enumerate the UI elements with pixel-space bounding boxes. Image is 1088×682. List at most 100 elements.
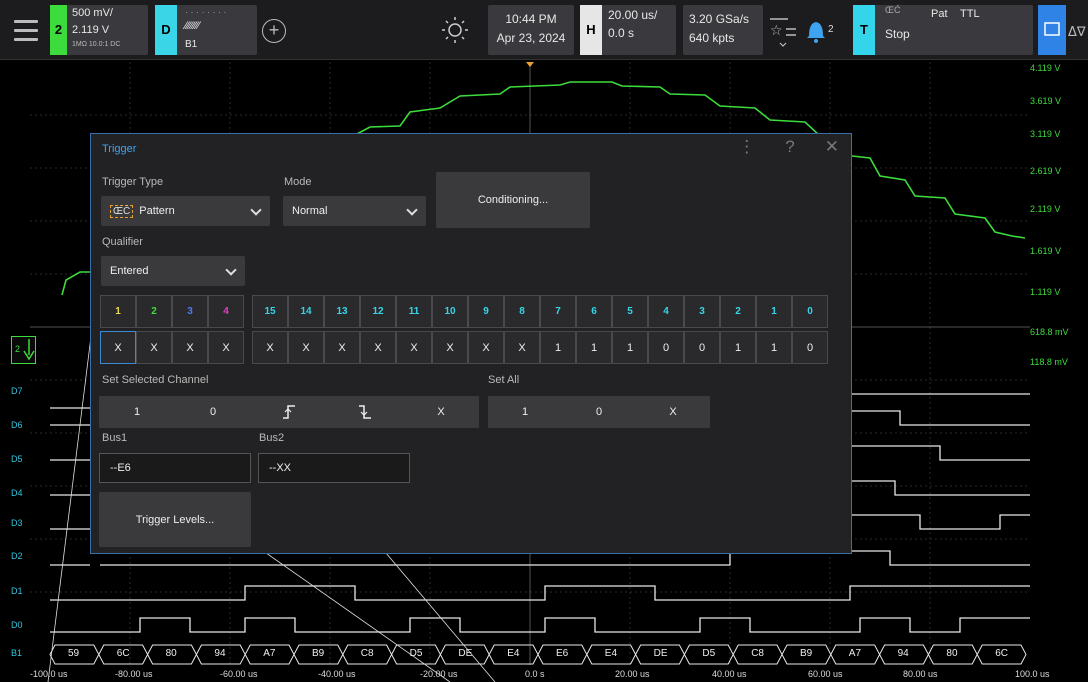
set-selected-0-button[interactable]: 0 (175, 396, 251, 428)
volt-scale-label: 618.8 mV (1030, 327, 1069, 337)
digital-channel-label: D1 (11, 586, 23, 596)
trigger-type-label: Trigger Type (102, 176, 164, 188)
channel-2-ground-marker[interactable]: 2 (11, 336, 36, 364)
channel-header: 13 (324, 295, 360, 328)
channel-pattern-value[interactable]: 0 (792, 331, 828, 364)
trigger-type-dropdown[interactable]: ŒĆ Pattern (101, 196, 270, 226)
time-axis-label: -40.00 us (318, 669, 356, 679)
time-axis-label: -60.00 us (220, 669, 258, 679)
trigger-dialog: Trigger ⋮ ? ✕ Trigger Type ŒĆ Pattern Mo… (90, 133, 852, 554)
volt-scale-label: 3.619 V (1030, 96, 1062, 106)
trigger-position-marker (526, 62, 534, 67)
set-selected-1-button[interactable]: 1 (99, 396, 175, 428)
chevron-down-icon (406, 204, 418, 216)
channel-header: 9 (468, 295, 504, 328)
set-selected-x-button[interactable]: X (403, 396, 479, 428)
channel-pattern-value[interactable]: X (504, 331, 540, 364)
bus-cell-value: DE (458, 648, 473, 659)
bus-cell-value: B9 (800, 648, 813, 659)
channel-pattern-value[interactable]: X (252, 331, 288, 364)
qualifier-value: Entered (110, 265, 149, 277)
channel-pattern-value[interactable]: X (324, 331, 360, 364)
bus-cell-value: 59 (68, 648, 80, 659)
bus1-label: Bus1 (102, 432, 128, 444)
digital-channel-label: B1 (11, 648, 23, 658)
qualifier-dropdown[interactable]: Entered (101, 256, 245, 286)
rising-edge-button[interactable] (251, 396, 327, 428)
channel-pattern-value[interactable]: 1 (576, 331, 612, 364)
bus-cell-value: D5 (409, 648, 423, 659)
channel-pattern-value[interactable]: 1 (540, 331, 576, 364)
channel-pattern-value[interactable]: 1 (720, 331, 756, 364)
digital-channel-label: D3 (11, 518, 23, 528)
conditioning-button[interactable]: Conditioning... (436, 172, 590, 228)
volt-scale-label: 118.8 mV (1030, 357, 1068, 367)
time-axis-label: 20.00 us (615, 669, 650, 679)
falling-edge-icon (359, 405, 371, 419)
time-axis-label: -20.00 us (420, 669, 458, 679)
bus2-input[interactable]: --XX (258, 453, 410, 483)
channel-pattern-value[interactable]: X (396, 331, 432, 364)
channel-header: 1 (756, 295, 792, 328)
bus-cell-value: DE (653, 648, 668, 659)
digital-channel-label: D7 (11, 386, 23, 396)
channel-pattern-value[interactable]: 0 (684, 331, 720, 364)
bus-cell-value: B9 (312, 648, 325, 659)
bus-cell-value: C8 (360, 648, 374, 659)
digital-trace-d0 (50, 617, 1030, 633)
set-all-label: Set All (488, 374, 520, 386)
time-axis-label: 0.0 s (525, 669, 545, 679)
falling-edge-button[interactable] (327, 396, 403, 428)
channel-pattern-value[interactable]: X (172, 331, 208, 364)
bus-cell-value: 6C (116, 648, 130, 659)
mode-value: Normal (292, 205, 328, 217)
digital-channel-label: D0 (11, 620, 23, 630)
time-axis-label: 100.0 us (1015, 669, 1050, 679)
channel-pattern-value[interactable]: X (468, 331, 504, 364)
pattern-icon: ŒĆ (110, 204, 134, 218)
channel-header: 15 (252, 295, 288, 328)
channel-pattern-value[interactable]: X (288, 331, 324, 364)
help-icon[interactable]: ? (785, 137, 794, 157)
set-all-1-button[interactable]: 1 (488, 396, 562, 428)
set-selected-label: Set Selected Channel (102, 374, 209, 386)
time-axis-label: 60.00 us (808, 669, 843, 679)
channel-pattern-value[interactable]: 1 (756, 331, 792, 364)
digital-channel-label: D2 (11, 551, 23, 561)
set-all-0-button[interactable]: 0 (562, 396, 636, 428)
channel-pattern-value[interactable]: X (136, 331, 172, 364)
channel-header: 10 (432, 295, 468, 328)
close-icon[interactable]: ✕ (825, 137, 839, 157)
channel-pattern-value[interactable]: 1 (612, 331, 648, 364)
trigger-type-value: Pattern (139, 205, 175, 217)
set-all-x-button[interactable]: X (636, 396, 710, 428)
bus1-input[interactable]: --E6 (99, 453, 251, 483)
more-options-icon[interactable]: ⋮ (738, 137, 755, 157)
volt-scale-label: 2.619 V (1030, 166, 1062, 176)
channel-pattern-value[interactable]: X (100, 331, 136, 364)
channel-pattern-value[interactable]: X (360, 331, 396, 364)
channel-header: 3 (172, 295, 208, 328)
digital-channel-label: D5 (11, 454, 23, 464)
bus-cell-value: D5 (702, 648, 716, 659)
bus-cell-value: E4 (507, 648, 520, 659)
bus-cell-value: 94 (897, 648, 909, 659)
channel-header: 3 (684, 295, 720, 328)
channel-header: 1 (100, 295, 136, 328)
mode-dropdown[interactable]: Normal (283, 196, 426, 226)
volt-scale-label: 1.619 V (1030, 246, 1062, 256)
bus-cell-value: 6C (995, 648, 1008, 659)
trigger-levels-button[interactable]: Trigger Levels... (99, 492, 251, 547)
bus-cell-value: 80 (946, 648, 958, 659)
channel-header: 5 (612, 295, 648, 328)
bus-cell-value: E6 (556, 648, 569, 659)
channel-pattern-value[interactable]: 0 (648, 331, 684, 364)
volt-scale-label: 3.119 V (1030, 129, 1061, 139)
channel-pattern-value[interactable]: X (432, 331, 468, 364)
digital-channel-label: D6 (11, 420, 23, 430)
digital-trace-d1 (50, 585, 1030, 601)
channel-header: 7 (540, 295, 576, 328)
bus-cell-value: A7 (263, 648, 276, 659)
bus-cell-value: C8 (751, 648, 764, 659)
channel-pattern-value[interactable]: X (208, 331, 244, 364)
